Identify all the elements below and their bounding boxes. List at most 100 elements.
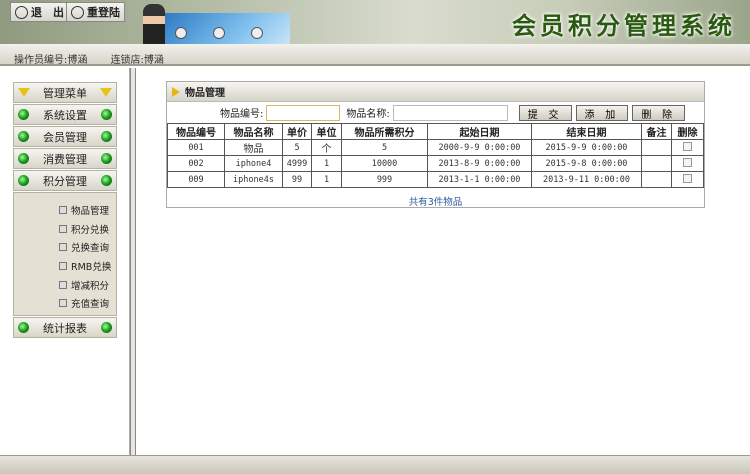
col-unit: 单位 bbox=[311, 123, 342, 140]
green-dot-icon bbox=[101, 109, 112, 120]
operator-info: 操作员编号:博涵 bbox=[14, 55, 88, 66]
banner-person-image bbox=[143, 4, 165, 44]
cell-price: 99 bbox=[282, 171, 312, 188]
cell-points: 999 bbox=[341, 171, 428, 188]
menu-item-system-settings[interactable]: 系统设置 bbox=[13, 104, 117, 125]
cell-name: 物品 bbox=[224, 139, 283, 156]
relogin-icon bbox=[71, 5, 84, 19]
submit-button[interactable]: 提 交 bbox=[518, 104, 572, 121]
banner-image bbox=[165, 13, 290, 44]
delete-checkbox[interactable] bbox=[683, 173, 692, 183]
submenu-item-goods[interactable]: 物品管理 bbox=[59, 201, 116, 220]
green-dot-icon bbox=[18, 175, 29, 186]
add-button[interactable]: 添 加 bbox=[575, 104, 629, 121]
arrow-box-icon bbox=[59, 206, 67, 215]
store-info: 连锁店:博涵 bbox=[110, 55, 164, 66]
submenu-item-points-exchange[interactable]: 积分兑换 bbox=[59, 220, 116, 239]
col-name: 物品名称 bbox=[224, 123, 283, 140]
green-dot-icon bbox=[101, 131, 112, 142]
header-banner: 退 出 重登陆 会员积分管理系统 bbox=[0, 0, 750, 44]
arrow-box-icon bbox=[59, 224, 67, 233]
cell-unit: 1 bbox=[311, 171, 342, 188]
menu-item-member-management[interactable]: 会员管理 bbox=[13, 126, 117, 147]
submenu-item-adjust-points[interactable]: 增减积分 bbox=[59, 275, 116, 294]
submenu-item-recharge-query[interactable]: 充值查询 bbox=[59, 294, 116, 313]
cell-code: 001 bbox=[167, 139, 225, 156]
cell-name: iphone4s bbox=[224, 171, 283, 188]
item-count: 共有3件物品 bbox=[408, 197, 463, 208]
cell-price: 5 bbox=[282, 139, 312, 156]
system-title: 会员积分管理系统 bbox=[512, 11, 736, 40]
delete-checkbox[interactable] bbox=[683, 141, 692, 151]
cell-note bbox=[641, 155, 672, 172]
table-row: 001 物品 5 个 5 2000-9-9 0:00:00 2015-9-9 0:00:00 bbox=[167, 139, 704, 156]
green-dot-icon bbox=[101, 322, 112, 333]
green-dot-icon bbox=[101, 175, 112, 186]
panel-title-bar: 物品管理 bbox=[167, 82, 704, 102]
submenu: 物品管理 积分兑换 兑换查询 RMB兑换 增减积分 充值查询 bbox=[13, 192, 117, 316]
cell-note bbox=[641, 171, 672, 188]
green-dot-icon bbox=[18, 153, 29, 164]
cell-unit: 个 bbox=[311, 139, 342, 156]
clock-icon bbox=[175, 27, 187, 39]
delete-checkbox[interactable] bbox=[683, 157, 692, 167]
cell-delete bbox=[671, 171, 704, 188]
col-price: 单价 bbox=[282, 123, 312, 140]
cell-points: 10000 bbox=[341, 155, 428, 172]
goods-panel: 物品管理 物品编号: 物品名称: 提 交 添 加 删 除 物品编号 物品名称 单… bbox=[166, 81, 705, 208]
cell-note bbox=[641, 139, 672, 156]
code-label: 物品编号: bbox=[220, 109, 264, 120]
cell-price: 4999 bbox=[282, 155, 312, 172]
arrow-box-icon bbox=[59, 262, 67, 271]
menu-item-points-management[interactable]: 积分管理 bbox=[13, 170, 117, 191]
menu-header[interactable]: 管理菜单 bbox=[13, 82, 117, 103]
cell-start: 2013-1-1 0:00:00 bbox=[427, 171, 532, 188]
col-code: 物品编号 bbox=[167, 123, 225, 140]
cell-end: 2013-9-11 0:00:00 bbox=[531, 171, 642, 188]
submenu-item-rmb-exchange[interactable]: RMB兑换 bbox=[59, 257, 116, 276]
cell-end: 2015-9-9 0:00:00 bbox=[531, 139, 642, 156]
col-points: 物品所需积分 bbox=[341, 123, 428, 140]
cell-delete bbox=[671, 155, 704, 172]
table-row: 002 iphone4 4999 1 10000 2013-8-9 0:00:00 2015… bbox=[167, 155, 704, 172]
green-dot-icon bbox=[18, 322, 29, 333]
cell-name: iphone4 bbox=[224, 155, 283, 172]
col-note: 备注 bbox=[641, 123, 672, 140]
triangle-down-icon bbox=[18, 88, 30, 97]
clock-icon bbox=[213, 27, 225, 39]
status-bar bbox=[0, 455, 750, 474]
col-delete: 删除 bbox=[671, 123, 704, 140]
ban-icon bbox=[15, 5, 28, 19]
table-header-row: 物品编号 物品名称 单价 单位 物品所需积分 起始日期 结束日期 备注 删除 bbox=[167, 123, 704, 140]
cell-code: 002 bbox=[167, 155, 225, 172]
menu-item-statistics[interactable]: 统计报表 bbox=[13, 317, 117, 338]
arrow-box-icon bbox=[59, 243, 67, 252]
green-dot-icon bbox=[101, 153, 112, 164]
green-dot-icon bbox=[18, 109, 29, 120]
cell-start: 2000-9-9 0:00:00 bbox=[427, 139, 532, 156]
clock-icon bbox=[251, 27, 263, 39]
sidebar-menu: 管理菜单 系统设置 会员管理 消费管理 积分管理 物品管理 积分兑换 兑换查询 … bbox=[13, 82, 117, 339]
triangle-right-icon bbox=[172, 86, 180, 97]
triangle-down-icon bbox=[100, 88, 112, 97]
delete-button[interactable]: 删 除 bbox=[632, 104, 686, 121]
goods-table: 物品编号 物品名称 单价 单位 物品所需积分 起始日期 结束日期 备注 删除 0… bbox=[167, 123, 704, 188]
menu-item-consumption-management[interactable]: 消费管理 bbox=[13, 148, 117, 169]
pane-divider[interactable] bbox=[130, 68, 136, 455]
arrow-box-icon bbox=[59, 280, 67, 289]
submenu-item-exchange-query[interactable]: 兑换查询 bbox=[59, 238, 116, 257]
name-input[interactable] bbox=[392, 104, 508, 121]
logout-button[interactable]: 退 出 bbox=[10, 2, 69, 22]
col-end: 结束日期 bbox=[531, 123, 642, 140]
table-row: 009 iphone4s 99 1 999 2013-1-1 0:00:00 2013-9-… bbox=[167, 171, 704, 188]
relogin-button[interactable]: 重登陆 bbox=[66, 2, 125, 22]
name-label: 物品名称: bbox=[346, 109, 390, 120]
cell-start: 2013-8-9 0:00:00 bbox=[427, 155, 532, 172]
col-start: 起始日期 bbox=[427, 123, 532, 140]
cell-delete bbox=[671, 139, 704, 156]
cell-unit: 1 bbox=[311, 155, 342, 172]
arrow-box-icon bbox=[59, 299, 67, 308]
cell-code: 009 bbox=[167, 171, 225, 188]
code-input[interactable] bbox=[266, 104, 341, 121]
cell-end: 2015-9-8 0:00:00 bbox=[531, 155, 642, 172]
